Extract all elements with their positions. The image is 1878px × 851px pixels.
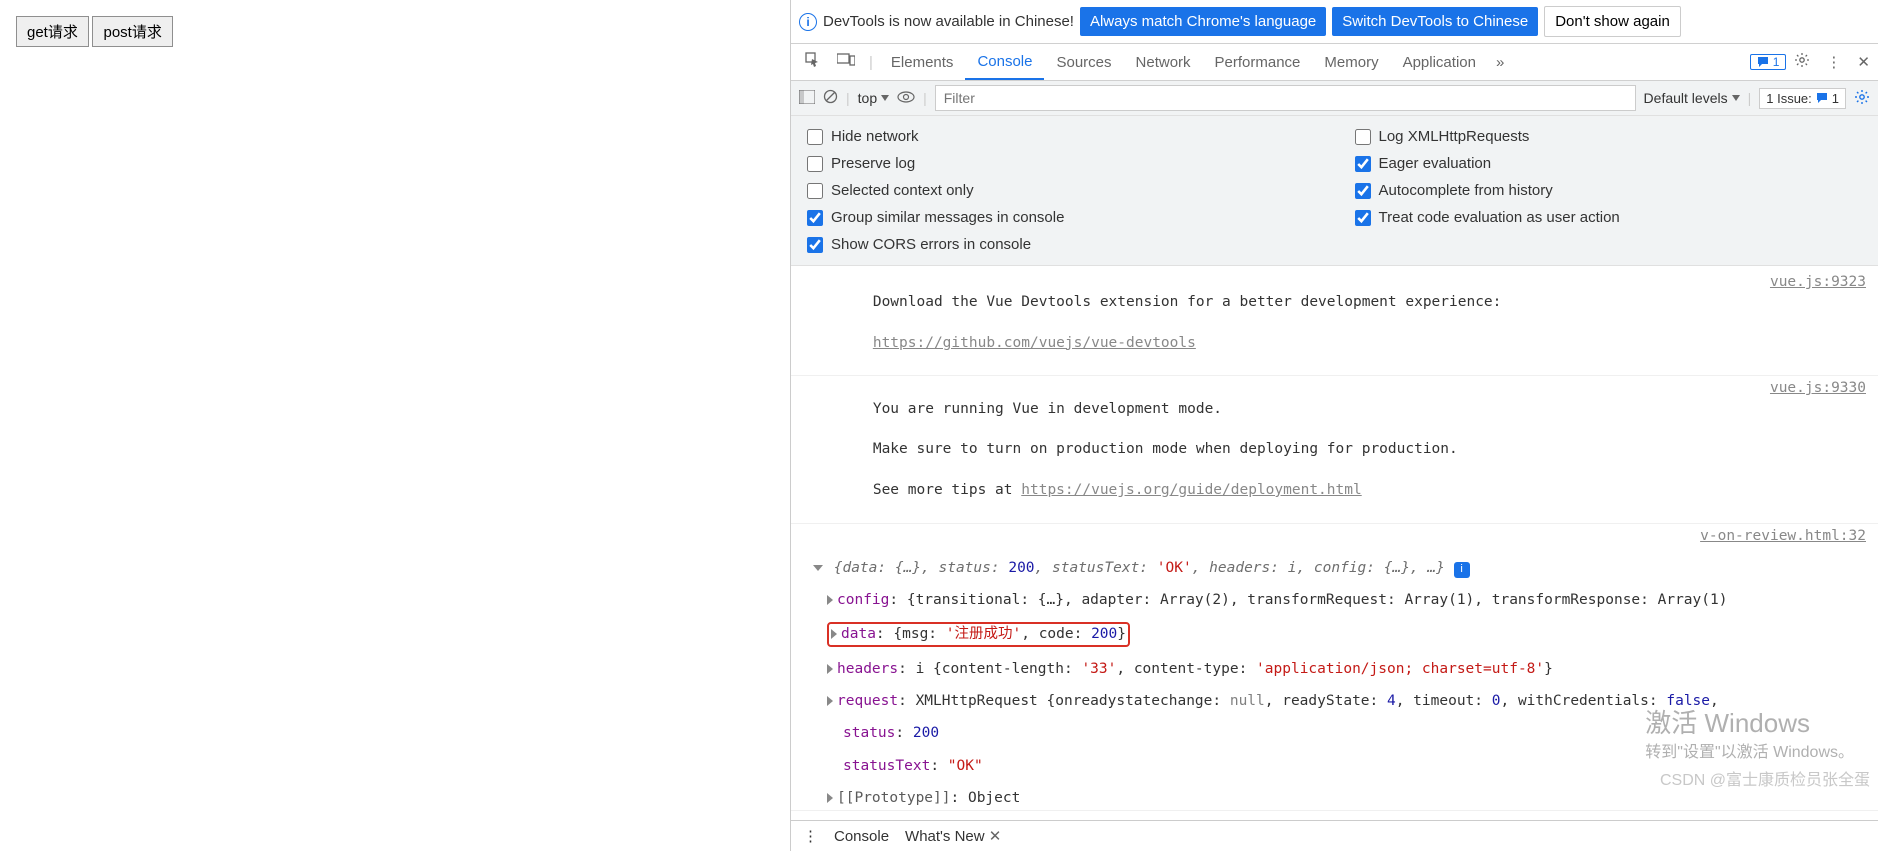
log-entry: Download the Vue Devtools extension for … [791, 270, 1878, 376]
object-property[interactable]: config: {transitional: {…}, adapter: Arr… [803, 590, 1866, 610]
drawer-tabs: ⋮ Console What's New ✕ [791, 820, 1878, 851]
info-icon: i [799, 13, 817, 31]
treat-code-checkbox[interactable]: Treat code evaluation as user action [1355, 209, 1863, 226]
devtools-panel: i DevTools is now available in Chinese! … [790, 0, 1878, 851]
log-entry-object: v-on-review.html:32 {data: {…}, status: … [791, 524, 1878, 812]
device-toggle-icon[interactable] [829, 45, 863, 79]
expand-toggle-icon[interactable] [827, 696, 833, 706]
dont-show-again-button[interactable]: Don't show again [1544, 6, 1681, 37]
expand-toggle-icon[interactable] [813, 565, 823, 571]
log-source-link[interactable]: vue.js:9323 [1770, 272, 1866, 373]
infobar-text: DevTools is now available in Chinese! [823, 13, 1074, 30]
object-summary[interactable]: {data: {…}, status: 200, statusText: 'OK… [834, 560, 1445, 576]
filter-input[interactable] [935, 85, 1636, 111]
group-messages-checkbox[interactable]: Group similar messages in console [807, 209, 1315, 226]
log-link[interactable]: https://github.com/vuejs/vue-devtools [873, 335, 1196, 351]
devtools-infobar: i DevTools is now available in Chinese! … [791, 0, 1878, 44]
log-text: Make sure to turn on production mode whe… [873, 441, 1458, 457]
log-text: See more tips at [873, 482, 1021, 498]
eager-eval-checkbox[interactable]: Eager evaluation [1355, 155, 1863, 172]
levels-dropdown[interactable]: Default levels [1644, 90, 1740, 106]
tab-elements[interactable]: Elements [879, 46, 966, 79]
csdn-watermark: CSDN @富士康质检员张全蛋 [1660, 770, 1870, 792]
console-settings-panel: Hide network Log XMLHttpRequests Preserv… [791, 116, 1878, 266]
object-property[interactable]: headers: i {content-length: '33', conten… [803, 659, 1866, 679]
live-expression-icon[interactable] [897, 90, 915, 106]
devtools-tabs: | Elements Console Sources Network Perfo… [791, 44, 1878, 81]
drawer-tab-console[interactable]: Console [834, 828, 889, 845]
console-prompt[interactable]: › [791, 811, 1878, 820]
windows-activation-watermark: 激活 Windows 转到"设置"以激活 Windows。 [1645, 705, 1854, 764]
expand-toggle-icon[interactable] [827, 793, 833, 803]
autocomplete-checkbox[interactable]: Autocomplete from history [1355, 182, 1863, 199]
log-source-link[interactable]: v-on-review.html:32 [1700, 528, 1866, 544]
close-devtools-icon[interactable]: ✕ [1849, 45, 1878, 79]
settings-gear-icon[interactable] [1786, 44, 1818, 80]
log-link[interactable]: https://vuejs.org/guide/deployment.html [1021, 482, 1361, 498]
context-dropdown[interactable]: top [858, 90, 889, 106]
more-tabs-icon[interactable]: » [1488, 46, 1512, 79]
show-cors-checkbox[interactable]: Show CORS errors in console [807, 236, 1315, 253]
console-output: Download the Vue Devtools extension for … [791, 266, 1878, 820]
log-text: You are running Vue in development mode. [873, 401, 1222, 417]
issues-badge[interactable]: 1 Issue:1 [1759, 88, 1846, 109]
console-toolbar: | top | Default levels | 1 Issue:1 [791, 81, 1878, 116]
switch-to-chinese-button[interactable]: Switch DevTools to Chinese [1332, 7, 1538, 36]
close-icon[interactable]: ✕ [989, 828, 1002, 845]
get-request-button[interactable]: get请求 [16, 16, 89, 47]
log-entry: You are running Vue in development mode.… [791, 376, 1878, 523]
tab-sources[interactable]: Sources [1044, 46, 1123, 79]
preserve-log-checkbox[interactable]: Preserve log [807, 155, 1315, 172]
toggle-sidebar-icon[interactable] [799, 90, 815, 107]
console-settings-gear-icon[interactable] [1854, 89, 1870, 108]
expand-toggle-icon[interactable] [827, 595, 833, 605]
log-xhr-checkbox[interactable]: Log XMLHttpRequests [1355, 128, 1863, 145]
expand-toggle-icon[interactable] [831, 629, 837, 639]
kebab-menu-icon[interactable]: ⋮ [803, 827, 818, 845]
tab-network[interactable]: Network [1124, 46, 1203, 79]
tab-memory[interactable]: Memory [1312, 46, 1390, 79]
page-content: get请求 post请求 [0, 0, 790, 851]
tab-application[interactable]: Application [1391, 46, 1488, 79]
expand-toggle-icon[interactable] [827, 664, 833, 674]
hide-network-checkbox[interactable]: Hide network [807, 128, 1315, 145]
object-property-highlighted[interactable]: data: {msg: '注册成功', code: 200} [803, 622, 1866, 646]
log-text: Download the Vue Devtools extension for … [873, 294, 1502, 310]
drawer-tab-whatsnew[interactable]: What's New ✕ [905, 827, 1001, 845]
messages-badge[interactable]: 1 [1750, 54, 1787, 70]
clear-console-icon[interactable] [823, 89, 838, 107]
tab-performance[interactable]: Performance [1203, 46, 1313, 79]
selected-context-checkbox[interactable]: Selected context only [807, 182, 1315, 199]
kebab-menu-icon[interactable]: ⋮ [1818, 45, 1849, 79]
always-match-language-button[interactable]: Always match Chrome's language [1080, 7, 1326, 36]
inspect-icon[interactable] [797, 44, 829, 80]
info-icon[interactable]: i [1454, 562, 1470, 578]
log-source-link[interactable]: vue.js:9330 [1770, 378, 1866, 520]
post-request-button[interactable]: post请求 [92, 16, 172, 47]
tab-console[interactable]: Console [965, 45, 1044, 80]
